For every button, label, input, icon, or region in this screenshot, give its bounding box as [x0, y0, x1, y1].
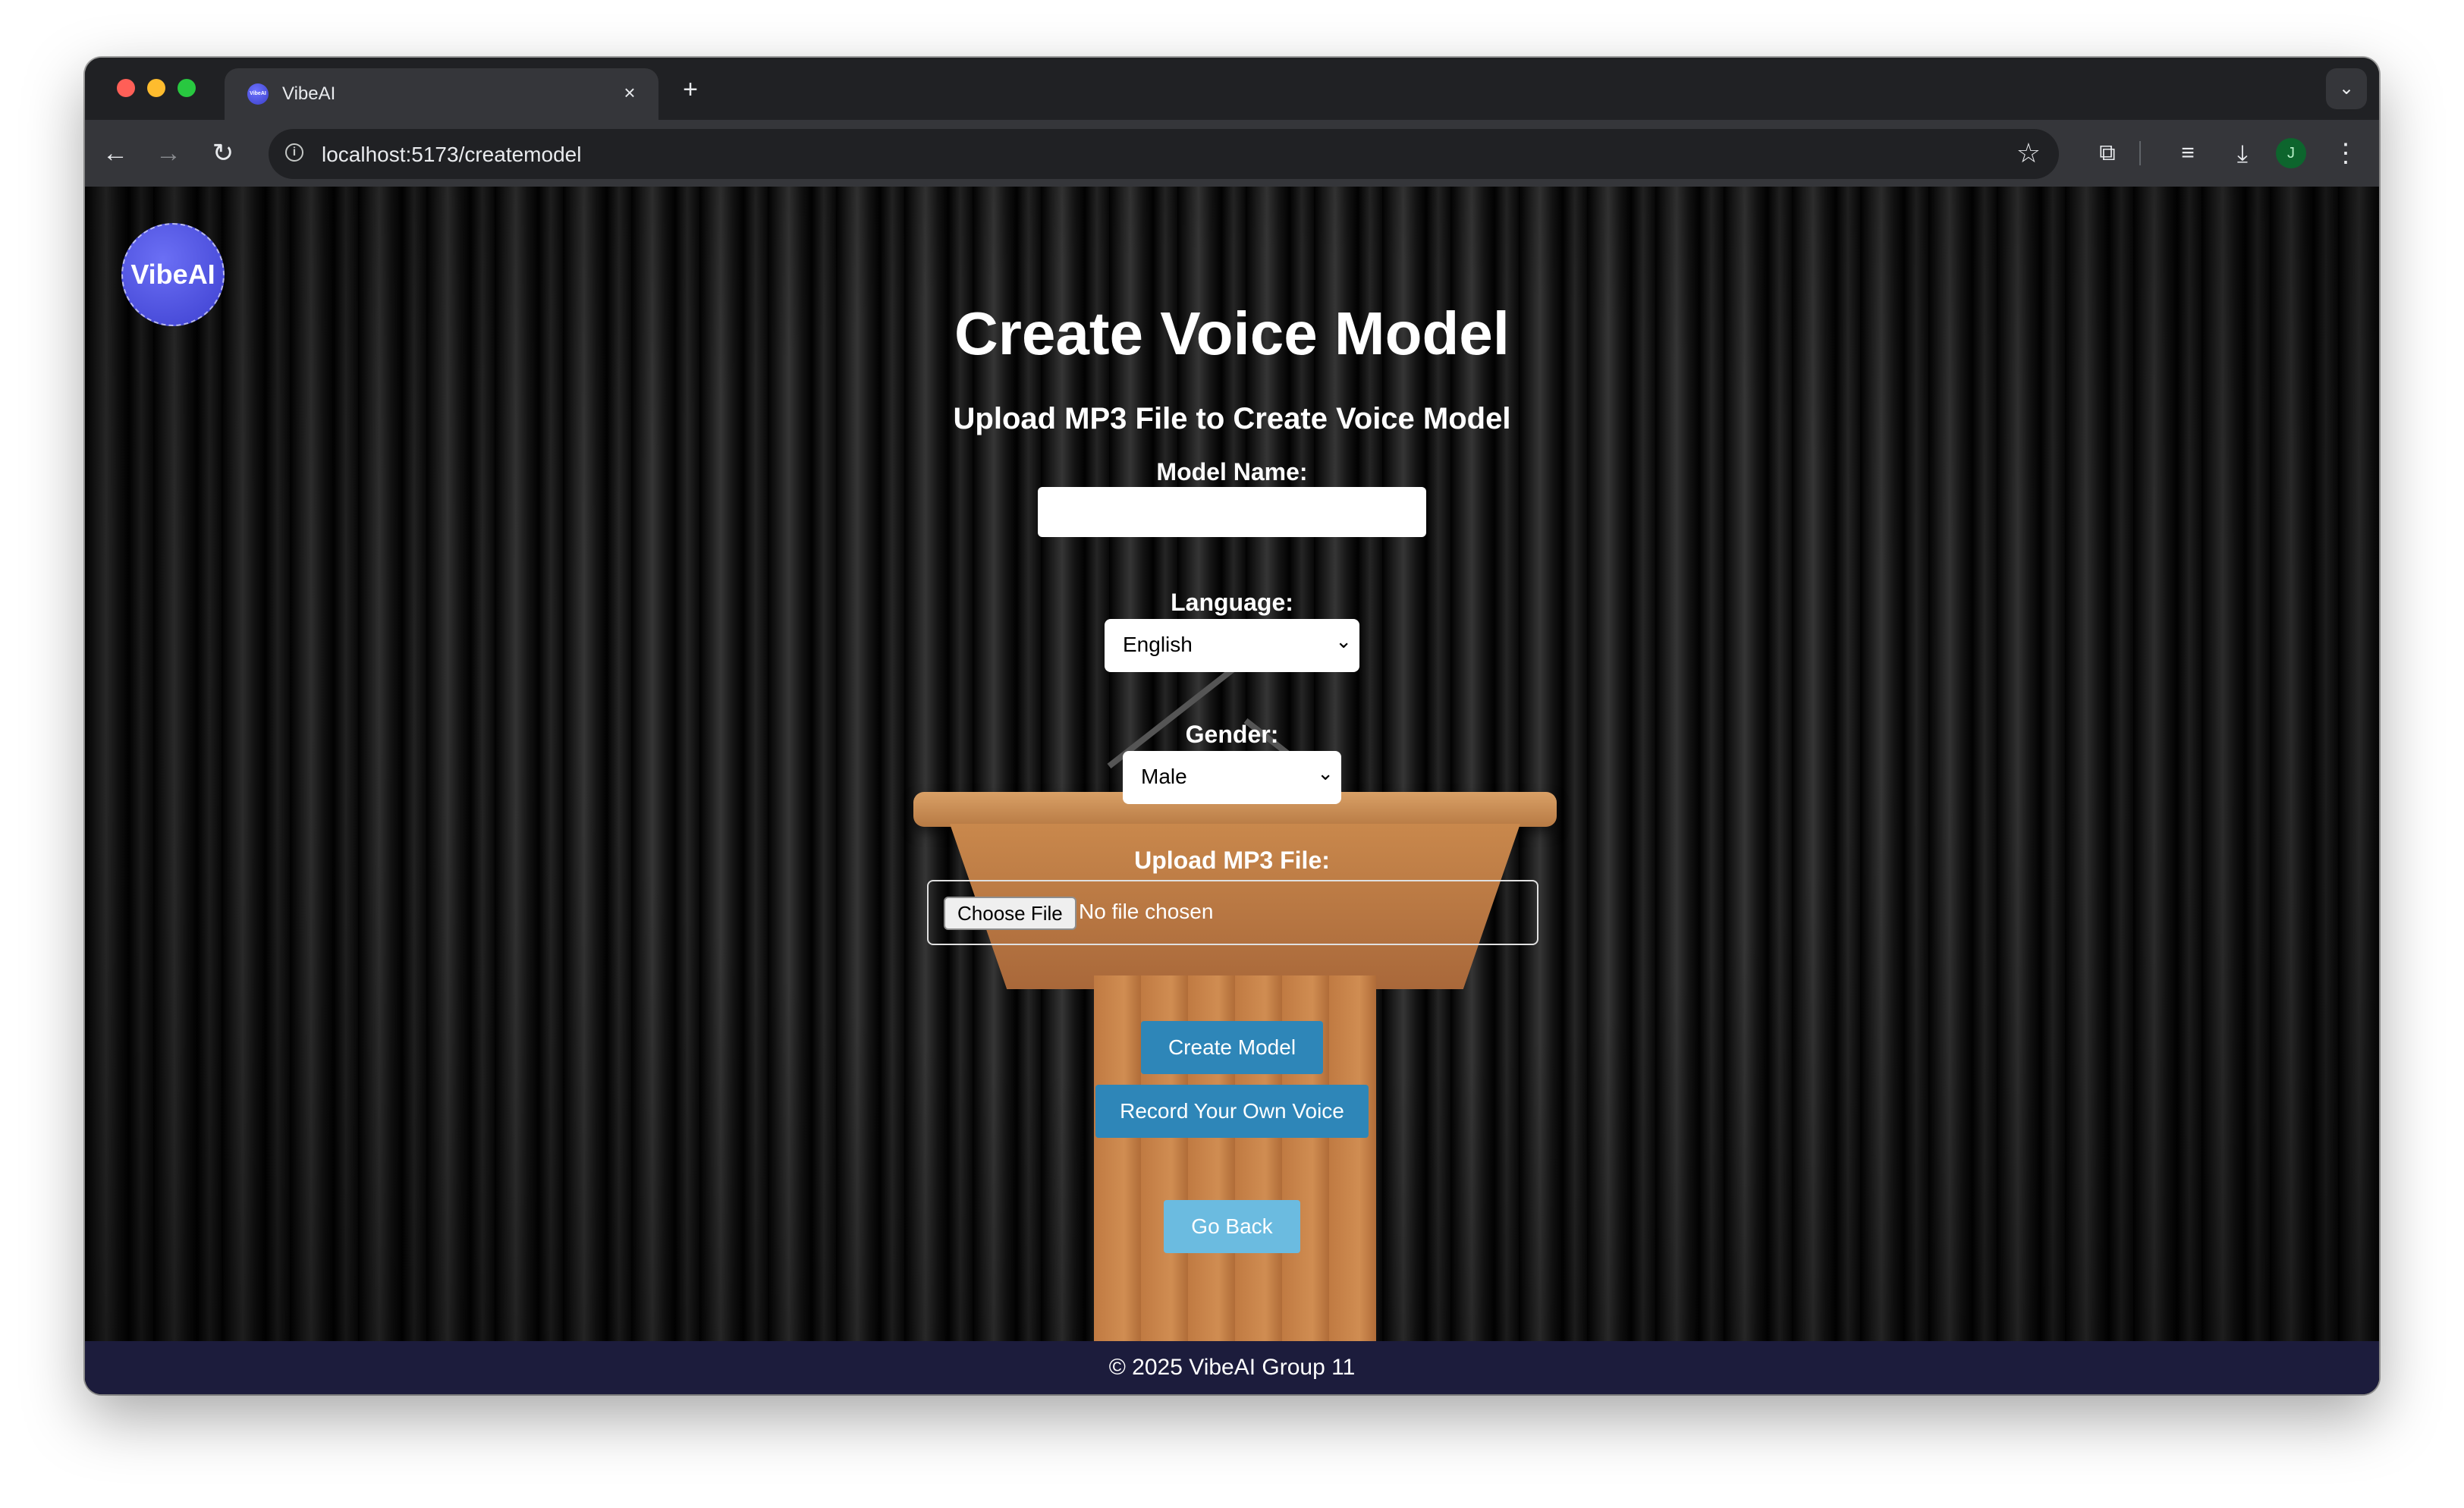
- zoom-window-button[interactable]: [178, 79, 196, 97]
- reload-icon[interactable]: ↻: [203, 134, 243, 173]
- back-arrow-icon[interactable]: ←: [96, 134, 135, 173]
- chevron-down-icon: ⌄: [1317, 762, 1334, 784]
- media-queue-icon[interactable]: ≡: [2168, 134, 2208, 173]
- go-back-button[interactable]: Go Back: [1164, 1200, 1300, 1253]
- page-footer: © 2025 VibeAI Group 11: [85, 1341, 2379, 1394]
- browser-toolbar: ← → ↻ i localhost:5173/createmodel ☆ ⧉ ≡…: [85, 120, 2379, 187]
- chevron-down-icon: ⌄: [1335, 630, 1352, 652]
- profile-avatar[interactable]: J: [2276, 138, 2306, 168]
- create-model-button[interactable]: Create Model: [1141, 1021, 1323, 1074]
- model-name-input[interactable]: [1038, 487, 1426, 537]
- favicon-icon: VibeAI: [247, 83, 269, 105]
- more-menu-icon[interactable]: ⋮: [2326, 134, 2365, 173]
- language-select[interactable]: English ⌄: [1105, 619, 1359, 672]
- minimize-window-button[interactable]: [147, 79, 165, 97]
- language-selected-value: English: [1123, 633, 1193, 656]
- file-upload-field[interactable]: Choose File No file chosen: [927, 880, 1538, 945]
- forward-arrow-icon[interactable]: →: [149, 134, 188, 173]
- download-icon[interactable]: ⤓: [2223, 134, 2262, 173]
- tab-vibeai[interactable]: VibeAI VibeAI ×: [225, 68, 658, 120]
- bookmark-star-icon[interactable]: ☆: [2016, 137, 2041, 170]
- tab-close-icon[interactable]: ×: [616, 79, 643, 106]
- page-subtitle: Upload MP3 File to Create Voice Model: [953, 402, 1511, 435]
- gender-selected-value: Male: [1141, 765, 1187, 788]
- address-bar[interactable]: i localhost:5173/createmodel ☆: [269, 129, 2059, 179]
- page-content: VibeAI Create Voice Model Upload MP3 Fil…: [85, 187, 2379, 1394]
- close-window-button[interactable]: [117, 79, 135, 97]
- tab-strip: VibeAI VibeAI × + ⌄: [85, 58, 2379, 120]
- page-title: Create Voice Model: [954, 300, 1510, 367]
- url-text[interactable]: localhost:5173/createmodel: [322, 143, 581, 167]
- upload-label: Upload MP3 File:: [1134, 847, 1330, 874]
- record-voice-button[interactable]: Record Your Own Voice: [1095, 1085, 1369, 1138]
- site-info-icon[interactable]: i: [285, 143, 303, 162]
- extensions-puzzle-icon[interactable]: ⧉: [2088, 134, 2127, 173]
- new-tab-icon[interactable]: +: [674, 73, 707, 106]
- gender-select[interactable]: Male ⌄: [1123, 751, 1341, 804]
- model-name-label: Model Name:: [1156, 458, 1308, 485]
- tab-search-chevron-icon[interactable]: ⌄: [2326, 68, 2367, 109]
- tab-title: VibeAI: [282, 83, 336, 104]
- toolbar-separator: [2139, 141, 2141, 165]
- gender-label: Gender:: [1185, 721, 1279, 748]
- file-status-text: No file chosen: [1079, 900, 1214, 923]
- choose-file-button[interactable]: Choose File: [944, 897, 1076, 930]
- browser-window: VibeAI VibeAI × + ⌄ ← → ↻ i localhost:51…: [85, 58, 2379, 1394]
- language-label: Language:: [1171, 589, 1293, 616]
